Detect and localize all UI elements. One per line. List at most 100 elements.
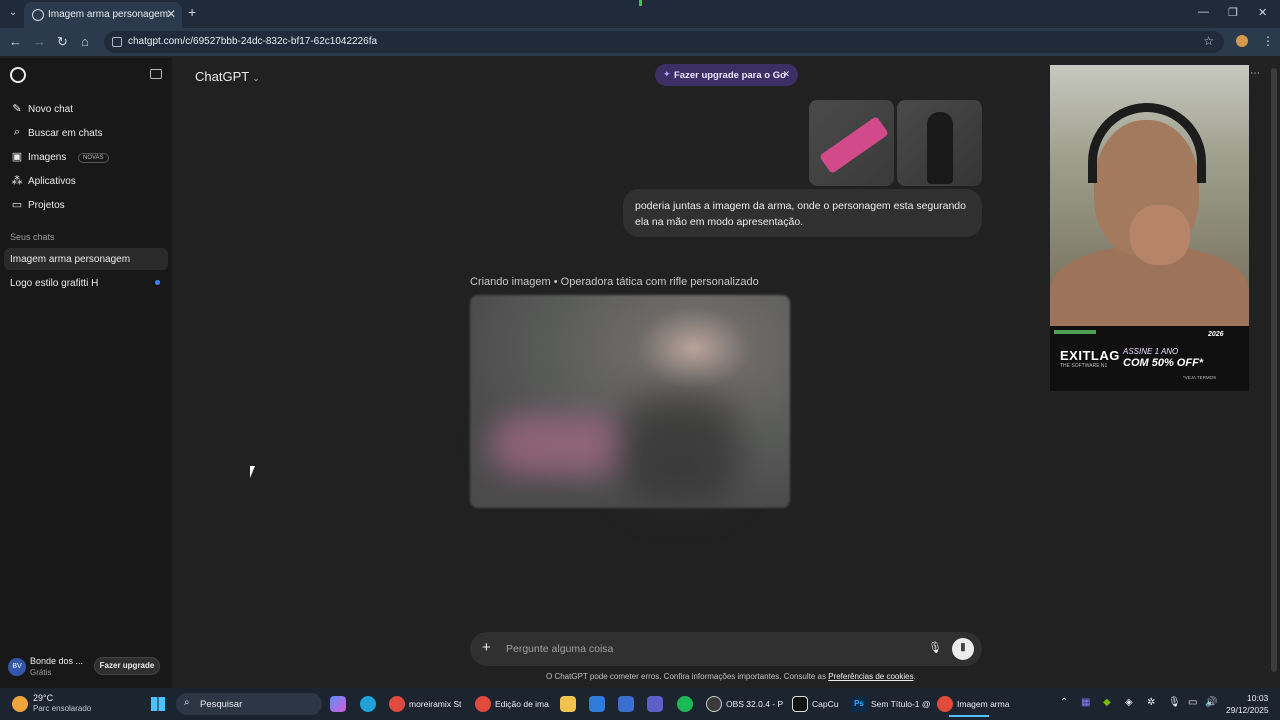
sidebar-item-new-chat[interactable]: ✎ Novo chat (10, 100, 166, 120)
avatar[interactable]: BV (8, 658, 26, 676)
chat-item[interactable]: Logo estilo grafitti H (4, 272, 168, 294)
obs-icon (706, 696, 722, 712)
scrollbar[interactable] (1271, 68, 1277, 672)
more-options-icon[interactable]: ⋯ (1250, 68, 1260, 79)
close-icon[interactable]: ✕ (782, 69, 790, 80)
unread-dot-icon (155, 280, 160, 285)
chat-item-active[interactable]: Imagem arma personagem (4, 248, 168, 270)
nvidia-icon[interactable]: ◆ (1103, 697, 1111, 708)
tab-close-icon[interactable]: ✕ (166, 7, 176, 21)
taskbar-search[interactable]: ⌕ Pesquisar (176, 693, 322, 715)
openai-logo-icon[interactable] (10, 67, 26, 83)
exitlag-ad-banner: 2026 EXITLAG THE SOFTWARE N1 ASSINE 1 AN… (1050, 326, 1249, 391)
user-message-text: poderia juntas a imagem da arma, onde o … (635, 200, 966, 228)
sidebar-item-label: Imagens (28, 152, 67, 163)
sparkle-icon: ✦ (663, 69, 671, 79)
add-attachment-icon[interactable]: + (482, 639, 491, 656)
minimize-button[interactable]: — (1198, 6, 1209, 18)
tab-search-button[interactable]: ⌄ (4, 4, 22, 22)
generating-image-preview (470, 295, 790, 508)
chevron-down-icon: ⌄ (252, 73, 260, 83)
blur-shape (620, 395, 740, 505)
capcut-icon (792, 696, 808, 712)
copilot-icon (330, 696, 346, 712)
disclaimer-end: . (913, 672, 916, 681)
close-window-button[interactable]: ✕ (1258, 6, 1267, 19)
attached-image-weapon[interactable] (809, 100, 894, 186)
taskbar-search-label: Pesquisar (200, 699, 243, 710)
sidebar-item-projects[interactable]: ▭ Projetos (10, 196, 166, 216)
microphone-icon[interactable]: 🎙 (928, 641, 942, 654)
url-text[interactable]: chatgpt.com/c/69527bbb-24dc-832c-bf17-62… (128, 36, 377, 47)
model-selector[interactable]: ChatGPT ⌄ (195, 69, 260, 84)
mic-icon[interactable]: 🎙 (1168, 697, 1181, 708)
prompt-input[interactable]: Pergunte alguma coisa (506, 643, 613, 655)
ad-line-1: ASSINE 1 ANO (1123, 347, 1179, 356)
browser-menu-icon[interactable]: ⋮ (1262, 34, 1274, 48)
ad-line-2: COM 50% OFF* (1123, 357, 1204, 369)
clock-time[interactable]: 10:03 (1247, 693, 1268, 703)
chat-item-label: Logo estilo grafitti H (10, 278, 99, 289)
weather-temp[interactable]: 29°C (33, 693, 53, 703)
weather-desc[interactable]: Parc ensolarado (33, 704, 91, 713)
forward-button[interactable]: → (33, 34, 46, 49)
sidebar: ✎ Novo chat ⌕ Buscar em chats ▣ Imagens … (0, 58, 172, 688)
upgrade-button[interactable]: Fazer upgrade (94, 657, 160, 675)
weapon-graphic (819, 115, 889, 175)
sidebar-item-search[interactable]: ⌕ Buscar em chats (10, 124, 166, 144)
upgrade-banner[interactable]: ✦ Fazer upgrade para o Go ✕ (655, 64, 798, 86)
ad-accent-bar (1054, 330, 1096, 334)
user-account[interactable]: BV Bonde dos ... Grátis Fazer upgrade (8, 656, 168, 680)
disclaimer: O ChatGPT pode cometer erros. Confira in… (546, 672, 916, 681)
store-icon (618, 696, 634, 712)
chevron-up-icon[interactable]: ⌃ (1060, 697, 1068, 708)
ad-year: 2026 (1208, 331, 1224, 338)
images-icon: ▣ (11, 151, 23, 163)
model-name: ChatGPT (195, 69, 250, 84)
photoshop-icon: Ps (851, 696, 867, 712)
extension-icon[interactable] (1236, 35, 1248, 47)
recording-indicator (639, 0, 642, 6)
reload-button[interactable]: ↻ (57, 34, 68, 50)
start-windows-icon[interactable] (151, 697, 165, 711)
taskbar-app-label: Edição de ima (495, 699, 549, 709)
back-button[interactable]: ← (9, 34, 22, 49)
sidebar-item-apps[interactable]: ⁂ Aplicativos (10, 172, 166, 192)
sidebar-item-images[interactable]: ▣ Imagens NOVAS (10, 148, 166, 168)
network-icon[interactable]: ▭ (1188, 697, 1197, 708)
windows-taskbar: 29°C Parc ensolarado ⌕ Pesquisar moreira… (0, 688, 1280, 720)
chrome-icon (389, 696, 405, 712)
cookie-preferences-link[interactable]: Preferências de cookies (828, 672, 913, 681)
site-info-icon[interactable] (112, 37, 122, 47)
weather-icon[interactable] (12, 696, 28, 712)
chatgpt-favicon-icon (32, 9, 44, 21)
attached-image-character[interactable] (897, 100, 982, 186)
active-tab[interactable]: Imagem arma personagem ✕ (24, 2, 182, 28)
taskbar-app-label: Imagem arma (957, 699, 1010, 709)
taskbar-app-label: OBS 32.0.4 - P (726, 699, 784, 709)
maximize-button[interactable]: ❐ (1228, 6, 1238, 19)
user-name: Bonde dos ... (30, 656, 84, 666)
home-button[interactable]: ⌂ (81, 34, 89, 49)
browser-tab-bar: ⌄ Imagem arma personagem ✕ + — ❐ ✕ (0, 0, 1280, 28)
search-icon: ⌕ (184, 697, 190, 708)
edge-icon (360, 696, 376, 712)
address-bar[interactable]: chatgpt.com/c/69527bbb-24dc-832c-bf17-62… (104, 31, 1224, 53)
tray-settings-icon[interactable]: ✲ (1147, 697, 1155, 708)
clock-date[interactable]: 29/12/2025 (1226, 705, 1269, 715)
volume-icon[interactable]: 🔊 (1205, 697, 1217, 708)
new-chat-icon: ✎ (12, 103, 22, 115)
bookmark-star-icon[interactable]: ☆ (1203, 34, 1214, 48)
tray-app-icon[interactable]: ▦ (1081, 697, 1090, 708)
tray-shield-icon[interactable]: ◈ (1125, 697, 1133, 708)
sidebar-item-label: Projetos (28, 200, 65, 211)
person-hand (1130, 205, 1190, 265)
chrome-icon (937, 696, 953, 712)
headphones-icon (1088, 103, 1206, 183)
user-plan: Grátis (30, 668, 52, 677)
new-tab-button[interactable]: + (188, 4, 196, 20)
voice-mode-button[interactable]: ⦀ (952, 638, 974, 660)
prompt-composer[interactable]: + Pergunte alguma coisa 🎙 ⦀ (470, 632, 982, 666)
taskbar-app-label: Sem Título-1 @ (871, 699, 931, 709)
sidebar-toggle-icon[interactable] (150, 69, 162, 79)
